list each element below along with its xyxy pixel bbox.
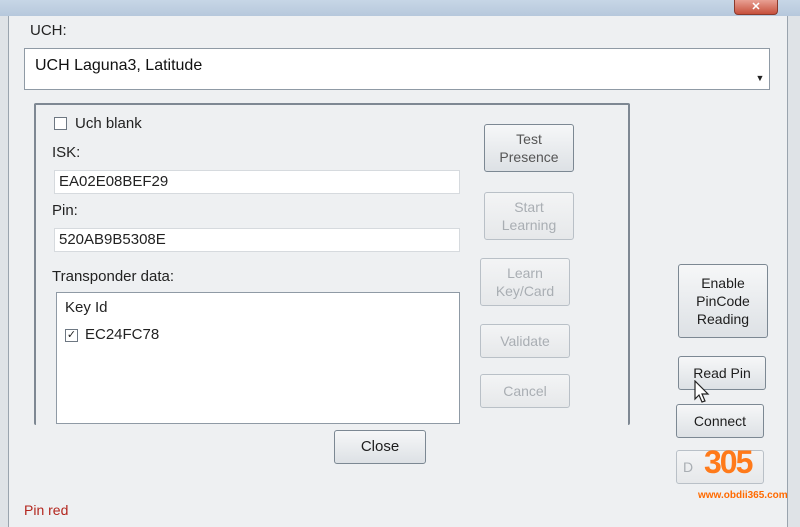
validate-button[interactable]: Validate xyxy=(480,324,570,358)
cancel-button[interactable]: Cancel xyxy=(480,374,570,408)
uch-combobox[interactable]: UCH Laguna3, Latitude ▼ xyxy=(24,48,770,90)
uch-blank-checkbox[interactable] xyxy=(54,117,67,130)
start-learning-button[interactable]: Start Learning xyxy=(484,192,574,240)
isk-field[interactable]: EA02E08BEF29 xyxy=(54,170,460,194)
uch-label: UCH: xyxy=(30,22,67,39)
uch-blank-label: Uch blank xyxy=(75,115,142,132)
enable-pincode-reading-button[interactable]: Enable PinCode Reading xyxy=(678,264,768,338)
status-text: Pin red xyxy=(24,502,69,518)
transponder-listbox[interactable]: Key Id ✓ EC24FC78 xyxy=(56,292,460,424)
watermark-logo: 305 www.obdii365.com xyxy=(684,440,794,510)
watermark-url: www.obdii365.com xyxy=(698,490,788,501)
pin-label: Pin: xyxy=(52,202,78,219)
learn-key-card-button[interactable]: Learn Key/Card xyxy=(480,258,570,306)
key-checkbox[interactable]: ✓ xyxy=(65,329,78,342)
close-button[interactable]: Close xyxy=(334,430,426,464)
dropdown-arrow-icon[interactable]: ▼ xyxy=(755,73,765,83)
watermark-number: 305 xyxy=(704,444,753,480)
test-presence-button[interactable]: Test Presence xyxy=(484,124,574,172)
isk-label: ISK: xyxy=(52,144,81,161)
uch-selected-value: UCH Laguna3, Latitude xyxy=(35,57,203,74)
key-id-item[interactable]: EC24FC78 xyxy=(85,326,159,343)
list-header-key-id: Key Id xyxy=(65,299,108,316)
pin-field[interactable]: 520AB9B5308E xyxy=(54,228,460,252)
read-pin-button[interactable]: Read Pin xyxy=(678,356,766,390)
window-close-button[interactable]: ✕ xyxy=(734,0,778,15)
transponder-data-label: Transponder data: xyxy=(52,268,175,285)
mouse-cursor-icon xyxy=(694,380,710,403)
connect-button[interactable]: Connect xyxy=(676,404,764,438)
title-bar: ✕ xyxy=(0,0,800,16)
